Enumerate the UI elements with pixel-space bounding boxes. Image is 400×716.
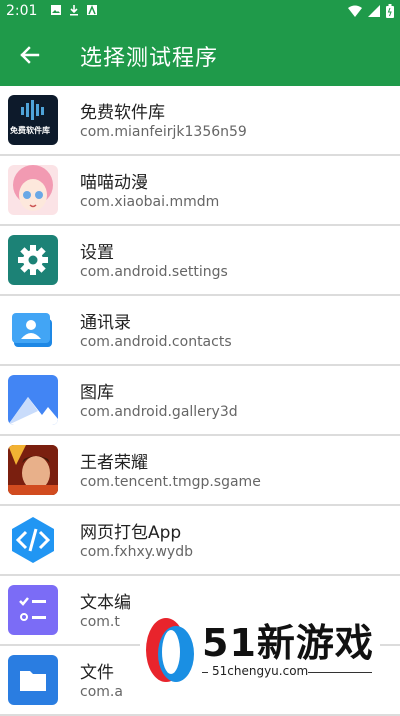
app-name: 图库 (80, 383, 114, 403)
app-name: 免费软件库 (80, 103, 165, 123)
settings-gear-icon (8, 235, 58, 285)
notification-icons (50, 4, 98, 16)
watermark-url-text: 51chengyu.com (212, 664, 309, 678)
app-item-web-packager[interactable]: 网页打包App com.fxhxy.wydb (0, 506, 400, 576)
folder-icon (8, 655, 58, 705)
gallery-mountain-icon (8, 375, 58, 425)
signal-icon (368, 5, 380, 17)
app-name: 网页打包App (80, 523, 182, 543)
app-package: com.android.settings (80, 264, 228, 280)
gallery-notification-icon (51, 5, 61, 15)
app-name: 设置 (80, 243, 114, 263)
app-name: 喵喵动漫 (80, 173, 148, 193)
back-arrow-icon[interactable] (18, 44, 40, 66)
battery-icon (386, 4, 394, 18)
watermark-rule-right (308, 672, 372, 673)
code-hexagon-icon (8, 515, 58, 565)
app-package: com.tencent.tmgp.sgame (80, 474, 261, 490)
mianfei-app-icon: 免费软件库 (8, 95, 58, 145)
app-name: 王者荣耀 (80, 453, 148, 473)
wifi-icon (348, 5, 362, 17)
app-package: com.t (80, 614, 120, 630)
app-item-honor-of-kings[interactable]: 王者荣耀 com.tencent.tmgp.sgame (0, 436, 400, 506)
system-icons (348, 4, 394, 18)
anime-girl-app-icon (8, 165, 58, 215)
app-bar: 选择测试程序 (0, 24, 400, 86)
app-item-gallery[interactable]: 图库 com.android.gallery3d (0, 366, 400, 436)
app-item-miaomiao[interactable]: 喵喵动漫 com.xiaobai.mmdm (0, 156, 400, 226)
app-name: 文本编 (80, 593, 131, 613)
app-name: 通讯录 (80, 313, 131, 333)
watermark-brand-text: 51新游戏 (202, 621, 374, 665)
page-title: 选择测试程序 (80, 46, 219, 71)
contacts-icon (8, 305, 58, 355)
game-hero-icon (8, 445, 58, 495)
app-notification-icon (87, 5, 97, 15)
app-item-settings[interactable]: 设置 com.android.settings (0, 226, 400, 296)
status-bar: 2:01 (0, 0, 400, 24)
watermark-overlay: 51新游戏 51chengyu.com (140, 604, 380, 694)
app-item-mianfei[interactable]: 免费软件库 免费软件库 com.mianfeirjk1356n59 (0, 86, 400, 156)
checklist-icon (8, 585, 58, 635)
app-package: com.fxhxy.wydb (80, 544, 193, 560)
watermark-rule-left (202, 672, 208, 673)
app-package: com.android.gallery3d (80, 404, 238, 420)
status-time: 2:01 (6, 3, 38, 19)
app-package: com.a (80, 684, 123, 700)
app-name: 文件 (80, 663, 114, 683)
app-package: com.android.contacts (80, 334, 232, 350)
app-package: com.mianfeirjk1356n59 (80, 124, 247, 140)
watermark-logo-icon (146, 618, 194, 682)
app-package: com.xiaobai.mmdm (80, 194, 220, 210)
app-item-contacts[interactable]: 通讯录 com.android.contacts (0, 296, 400, 366)
mianfei-logo-text: 免费软件库 (10, 126, 50, 135)
download-notification-icon (70, 5, 78, 16)
